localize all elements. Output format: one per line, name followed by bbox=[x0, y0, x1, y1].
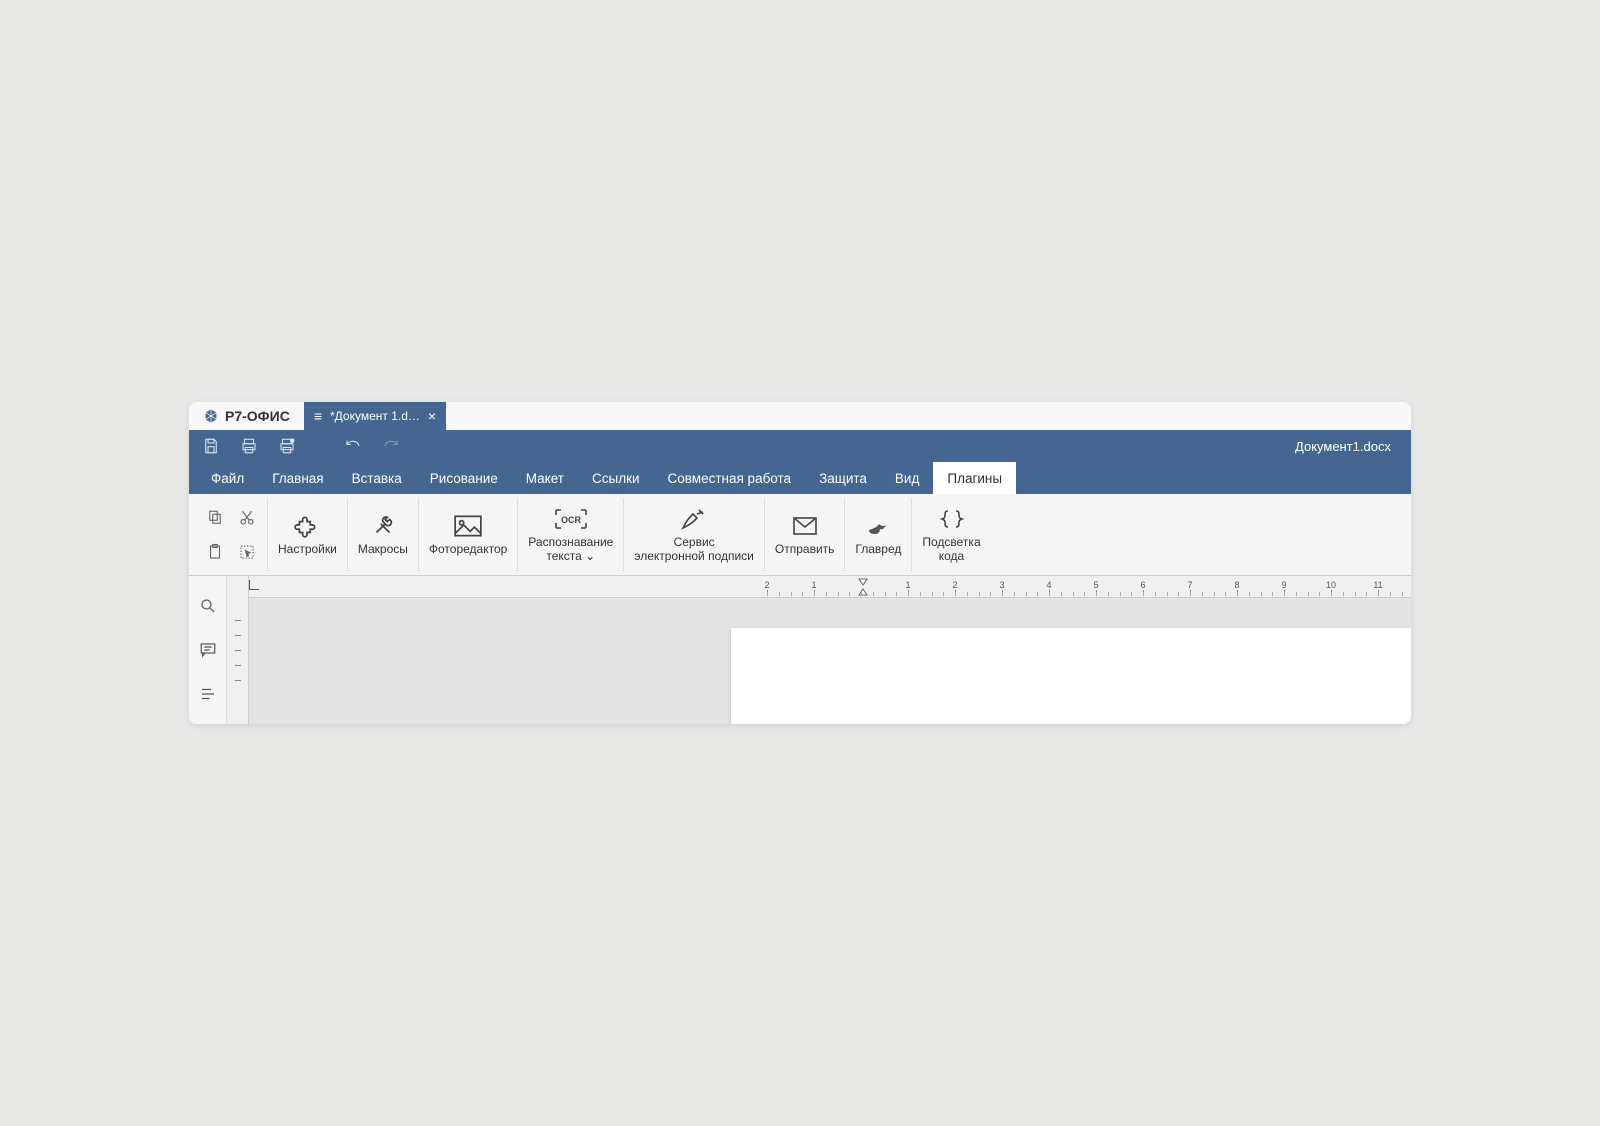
menu-item-5[interactable]: Ссылки bbox=[578, 462, 654, 494]
menu-item-1[interactable]: Главная bbox=[258, 462, 337, 494]
plugin-glavred[interactable]: Главред bbox=[845, 498, 912, 571]
ruler-corner-icon bbox=[249, 580, 259, 590]
plugin-photo-editor-label: Фоторедактор bbox=[429, 543, 507, 557]
horizontal-ruler[interactable]: 211234567891011 bbox=[249, 576, 1411, 598]
tab-menu-icon[interactable]: ≡ bbox=[314, 408, 322, 424]
left-sidebar bbox=[189, 576, 227, 724]
app-window: Р7-ОФИС ≡ *Документ 1.d… × Документ1.doc… bbox=[189, 402, 1411, 724]
plugin-send[interactable]: Отправить bbox=[765, 498, 846, 571]
indent-marker-icon[interactable] bbox=[858, 578, 868, 598]
plugin-macros-label: Макросы bbox=[358, 543, 408, 557]
ocr-icon: OCR bbox=[554, 506, 588, 532]
menu-item-9[interactable]: Плагины bbox=[933, 462, 1016, 494]
plugin-settings[interactable]: Настройки bbox=[268, 498, 348, 571]
save-button[interactable] bbox=[201, 436, 221, 456]
document-page[interactable] bbox=[731, 628, 1411, 724]
pen-icon bbox=[679, 506, 709, 532]
plugin-ocr-label: Распознавание текста ⌄ bbox=[528, 536, 613, 564]
app-name: Р7-ОФИС bbox=[225, 408, 290, 424]
plugin-macros[interactable]: Макросы bbox=[348, 498, 419, 571]
print-button[interactable] bbox=[239, 436, 259, 456]
plugin-code-highlight-label: Подсветка кода bbox=[922, 536, 980, 564]
menu-item-6[interactable]: Совместная работа bbox=[654, 462, 806, 494]
copy-button[interactable] bbox=[203, 504, 227, 532]
puzzle-icon bbox=[293, 513, 321, 539]
quick-print-button[interactable] bbox=[277, 436, 297, 456]
image-icon bbox=[453, 513, 483, 539]
ribbon-plugins: Настройки Макросы Фоторедактор OCR Распо… bbox=[189, 494, 1411, 576]
plugin-signature-label: Сервис электронной подписи bbox=[634, 536, 754, 564]
select-all-button[interactable] bbox=[235, 538, 259, 566]
plugin-photo-editor[interactable]: Фоторедактор bbox=[419, 498, 518, 571]
menu-item-8[interactable]: Вид bbox=[881, 462, 933, 494]
tools-icon bbox=[370, 513, 396, 539]
plugin-send-label: Отправить bbox=[775, 543, 835, 557]
redo-button[interactable] bbox=[381, 436, 401, 456]
document-tab[interactable]: ≡ *Документ 1.d… × bbox=[304, 402, 446, 430]
tab-title: *Документ 1.d… bbox=[330, 409, 420, 423]
document-main: 211234567891011 bbox=[249, 576, 1411, 724]
braces-icon bbox=[939, 506, 965, 532]
svg-text:OCR: OCR bbox=[561, 515, 582, 525]
plugin-code-highlight[interactable]: Подсветка кода bbox=[912, 498, 990, 571]
app-logo: Р7-ОФИС bbox=[189, 402, 304, 430]
quick-access-toolbar: Документ1.docx bbox=[189, 430, 1411, 462]
undo-button[interactable] bbox=[343, 436, 363, 456]
search-button[interactable] bbox=[198, 596, 218, 616]
menu-item-3[interactable]: Рисование bbox=[416, 462, 512, 494]
menu-item-0[interactable]: Файл bbox=[197, 462, 258, 494]
cut-button[interactable] bbox=[235, 504, 259, 532]
plugin-signature[interactable]: Сервис электронной подписи bbox=[624, 498, 765, 571]
menu-item-7[interactable]: Защита bbox=[805, 462, 881, 494]
menu-bar: ФайлГлавнаяВставкаРисованиеМакетСсылкиСо… bbox=[189, 462, 1411, 494]
menu-item-2[interactable]: Вставка bbox=[338, 462, 416, 494]
app-logo-icon bbox=[203, 408, 219, 424]
menu-item-4[interactable]: Макет bbox=[512, 462, 578, 494]
page-canvas[interactable] bbox=[249, 598, 1411, 724]
document-filename: Документ1.docx bbox=[1295, 439, 1399, 454]
plugin-settings-label: Настройки bbox=[278, 543, 337, 557]
title-bar: Р7-ОФИС ≡ *Документ 1.d… × bbox=[189, 402, 1411, 430]
plugin-glavred-label: Главред bbox=[855, 543, 901, 557]
pipe-icon bbox=[865, 513, 891, 539]
plugin-ocr[interactable]: OCR Распознавание текста ⌄ bbox=[518, 498, 624, 571]
paste-button[interactable] bbox=[203, 538, 227, 566]
vertical-ruler bbox=[227, 576, 249, 724]
headings-button[interactable] bbox=[198, 684, 218, 704]
close-icon[interactable]: × bbox=[428, 408, 436, 424]
comments-button[interactable] bbox=[198, 640, 218, 660]
envelope-icon bbox=[792, 513, 818, 539]
clipboard-tools bbox=[195, 498, 268, 571]
document-area: 211234567891011 bbox=[189, 576, 1411, 724]
